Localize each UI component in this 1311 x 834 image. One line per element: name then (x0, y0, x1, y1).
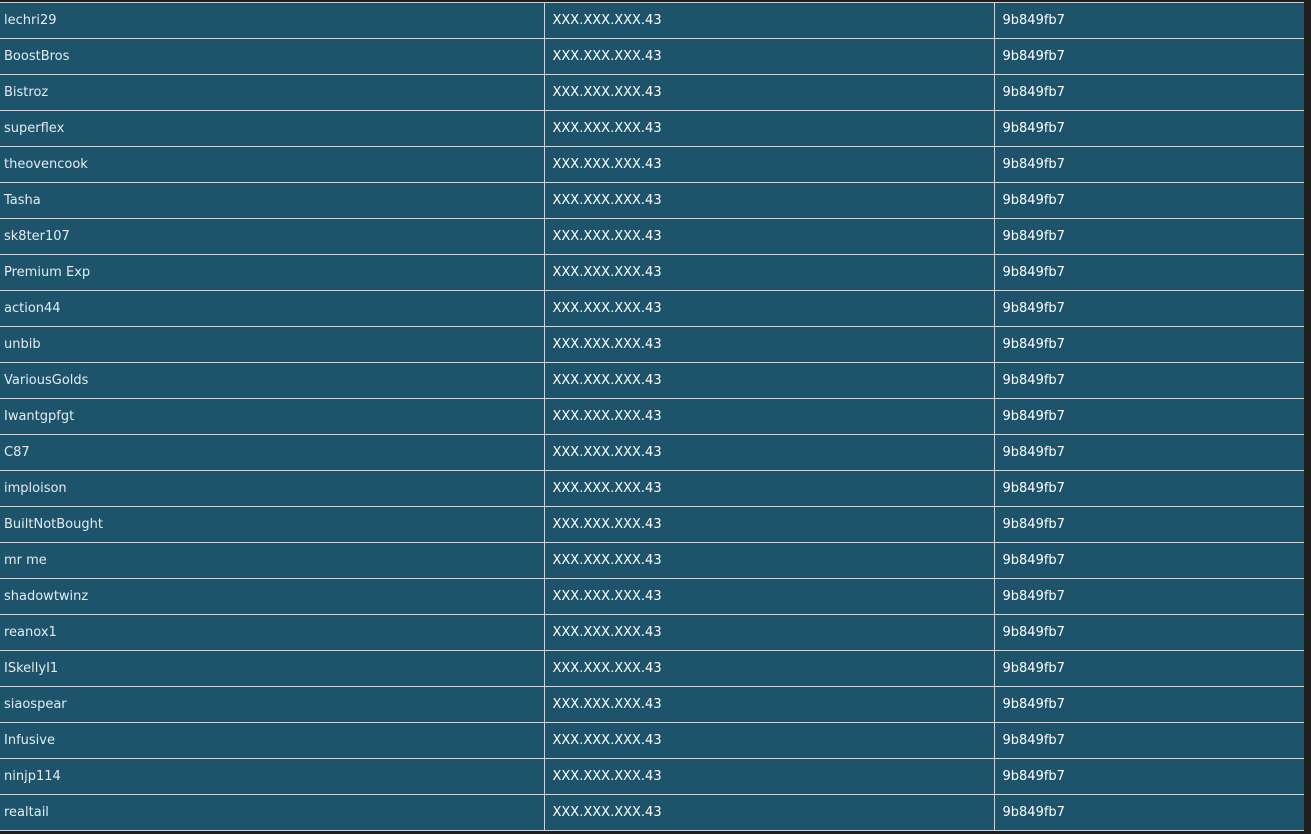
ip-address-cell: XXX.XXX.XXX.43 (543, 290, 995, 327)
table-row: action44 XXX.XXX.XXX.43 9b849fb7 (0, 290, 1305, 327)
table-row: Tasha XXX.XXX.XXX.43 9b849fb7 (0, 182, 1305, 219)
table-row: shadowtwinz XXX.XXX.XXX.43 9b849fb7 (0, 578, 1305, 615)
username-cell: superflex (0, 110, 545, 147)
username-cell: C87 (0, 434, 545, 471)
hash-cell: 9b849fb7 (993, 614, 1305, 651)
table-row: Infusive XXX.XXX.XXX.43 9b849fb7 (0, 722, 1305, 759)
hash-cell: 9b849fb7 (993, 2, 1305, 39)
ip-address-cell: XXX.XXX.XXX.43 (543, 254, 995, 291)
table-row: reanox1 XXX.XXX.XXX.43 9b849fb7 (0, 614, 1305, 651)
user-ip-table: lechri29 XXX.XXX.XXX.43 9b849fb7 BoostBros… (0, 2, 1305, 831)
hash-cell: 9b849fb7 (993, 398, 1305, 435)
table-row: superflex XXX.XXX.XXX.43 9b849fb7 (0, 110, 1305, 147)
table-row: siaospear XXX.XXX.XXX.43 9b849fb7 (0, 686, 1305, 723)
ip-address-cell: XXX.XXX.XXX.43 (543, 218, 995, 255)
ip-address-cell: XXX.XXX.XXX.43 (543, 614, 995, 651)
hash-cell: 9b849fb7 (993, 650, 1305, 687)
ip-address-cell: XXX.XXX.XXX.43 (543, 542, 995, 579)
username-cell: Infusive (0, 722, 545, 759)
hash-cell: 9b849fb7 (993, 686, 1305, 723)
ip-address-cell: XXX.XXX.XXX.43 (543, 686, 995, 723)
ip-address-cell: XXX.XXX.XXX.43 (543, 506, 995, 543)
ip-address-cell: XXX.XXX.XXX.43 (543, 794, 995, 831)
ip-address-cell: XXX.XXX.XXX.43 (543, 758, 995, 795)
table-row: mr me XXX.XXX.XXX.43 9b849fb7 (0, 542, 1305, 579)
hash-cell: 9b849fb7 (993, 110, 1305, 147)
hash-cell: 9b849fb7 (993, 362, 1305, 399)
table-row: BoostBros XXX.XXX.XXX.43 9b849fb7 (0, 38, 1305, 75)
table-row: sk8ter107 XXX.XXX.XXX.43 9b849fb7 (0, 218, 1305, 255)
table-row: realtail XXX.XXX.XXX.43 9b849fb7 (0, 794, 1305, 831)
username-cell: shadowtwinz (0, 578, 545, 615)
table-row: lechri29 XXX.XXX.XXX.43 9b849fb7 (0, 2, 1305, 39)
ip-address-cell: XXX.XXX.XXX.43 (543, 578, 995, 615)
hash-cell: 9b849fb7 (993, 38, 1305, 75)
ip-address-cell: XXX.XXX.XXX.43 (543, 2, 995, 39)
table-row: Premium Exp XXX.XXX.XXX.43 9b849fb7 (0, 254, 1305, 291)
hash-cell: 9b849fb7 (993, 326, 1305, 363)
username-cell: sk8ter107 (0, 218, 545, 255)
username-cell: theovencook (0, 146, 545, 183)
hash-cell: 9b849fb7 (993, 578, 1305, 615)
username-cell: Bistroz (0, 74, 545, 111)
username-cell: ninjp114 (0, 758, 545, 795)
username-cell: mr me (0, 542, 545, 579)
ip-address-cell: XXX.XXX.XXX.43 (543, 38, 995, 75)
table-row: ninjp114 XXX.XXX.XXX.43 9b849fb7 (0, 758, 1305, 795)
username-cell: imploison (0, 470, 545, 507)
hash-cell: 9b849fb7 (993, 794, 1305, 831)
table-row: unbib XXX.XXX.XXX.43 9b849fb7 (0, 326, 1305, 363)
table-row: theovencook XXX.XXX.XXX.43 9b849fb7 (0, 146, 1305, 183)
hash-cell: 9b849fb7 (993, 758, 1305, 795)
username-cell: Tasha (0, 182, 545, 219)
hash-cell: 9b849fb7 (993, 254, 1305, 291)
hash-cell: 9b849fb7 (993, 506, 1305, 543)
ip-address-cell: XXX.XXX.XXX.43 (543, 398, 995, 435)
table-row: BuiltNotBought XXX.XXX.XXX.43 9b849fb7 (0, 506, 1305, 543)
username-cell: reanox1 (0, 614, 545, 651)
ip-address-cell: XXX.XXX.XXX.43 (543, 326, 995, 363)
table-row: ISkellyI1 XXX.XXX.XXX.43 9b849fb7 (0, 650, 1305, 687)
username-cell: BoostBros (0, 38, 545, 75)
table-body: lechri29 XXX.XXX.XXX.43 9b849fb7 BoostBros… (0, 2, 1305, 831)
table-row: C87 XXX.XXX.XXX.43 9b849fb7 (0, 434, 1305, 471)
table-row: imploison XXX.XXX.XXX.43 9b849fb7 (0, 470, 1305, 507)
username-cell: action44 (0, 290, 545, 327)
ip-address-cell: XXX.XXX.XXX.43 (543, 650, 995, 687)
ip-address-cell: XXX.XXX.XXX.43 (543, 74, 995, 111)
username-cell: siaospear (0, 686, 545, 723)
hash-cell: 9b849fb7 (993, 146, 1305, 183)
ip-address-cell: XXX.XXX.XXX.43 (543, 146, 995, 183)
username-cell: lechri29 (0, 2, 545, 39)
ip-address-cell: XXX.XXX.XXX.43 (543, 182, 995, 219)
scrollbar-gutter[interactable] (1304, 0, 1311, 834)
table-row: VariousGolds XXX.XXX.XXX.43 9b849fb7 (0, 362, 1305, 399)
table-row: Iwantgpfgt XXX.XXX.XXX.43 9b849fb7 (0, 398, 1305, 435)
ip-address-cell: XXX.XXX.XXX.43 (543, 110, 995, 147)
hash-cell: 9b849fb7 (993, 218, 1305, 255)
hash-cell: 9b849fb7 (993, 542, 1305, 579)
hash-cell: 9b849fb7 (993, 74, 1305, 111)
hash-cell: 9b849fb7 (993, 182, 1305, 219)
username-cell: VariousGolds (0, 362, 545, 399)
ip-address-cell: XXX.XXX.XXX.43 (543, 470, 995, 507)
ip-address-cell: XXX.XXX.XXX.43 (543, 362, 995, 399)
user-table-viewport: lechri29 XXX.XXX.XXX.43 9b849fb7 BoostBros… (0, 0, 1311, 834)
username-cell: Premium Exp (0, 254, 545, 291)
username-cell: BuiltNotBought (0, 506, 545, 543)
username-cell: Iwantgpfgt (0, 398, 545, 435)
username-cell: realtail (0, 794, 545, 831)
hash-cell: 9b849fb7 (993, 470, 1305, 507)
username-cell: ISkellyI1 (0, 650, 545, 687)
ip-address-cell: XXX.XXX.XXX.43 (543, 722, 995, 759)
hash-cell: 9b849fb7 (993, 434, 1305, 471)
ip-address-cell: XXX.XXX.XXX.43 (543, 434, 995, 471)
table-row: Bistroz XXX.XXX.XXX.43 9b849fb7 (0, 74, 1305, 111)
hash-cell: 9b849fb7 (993, 722, 1305, 759)
username-cell: unbib (0, 326, 545, 363)
hash-cell: 9b849fb7 (993, 290, 1305, 327)
